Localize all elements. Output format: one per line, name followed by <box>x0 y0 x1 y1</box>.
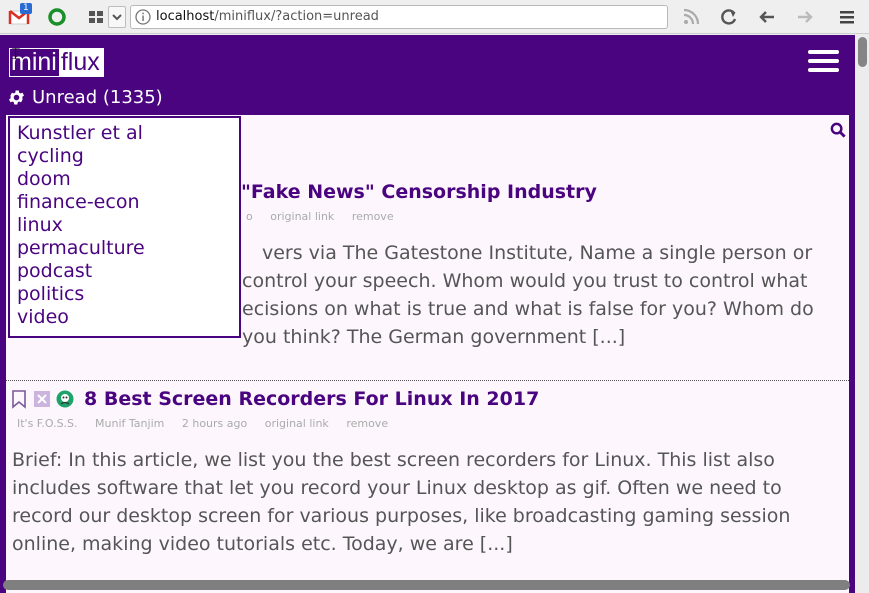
category-item[interactable]: doom <box>17 168 239 191</box>
gear-icon[interactable] <box>7 88 26 107</box>
hamburger-menu-icon[interactable] <box>808 50 839 72</box>
bookmark-icon[interactable] <box>10 389 28 409</box>
article-meta: It's F.O.S.S. Munif Tanjim 2 hours ago o… <box>17 417 402 430</box>
feed-icon <box>56 390 74 408</box>
miniflux-page: mini flux Unread (1335) "Fake News" Censo… <box>0 35 855 593</box>
article-time: 2 hours ago <box>181 417 248 430</box>
category-item[interactable]: video <box>17 306 239 329</box>
vertical-scrollbar[interactable] <box>855 35 869 593</box>
forward-icon[interactable] <box>794 6 816 28</box>
url-text[interactable]: localhost/miniflux/?action=unread <box>156 9 379 24</box>
horizontal-scroll-thumb[interactable] <box>3 580 850 590</box>
category-item[interactable]: Kunstler et al <box>17 122 239 145</box>
unread-count-label[interactable]: Unread (1335) <box>32 87 163 108</box>
article-meta: o original link remove <box>246 210 408 223</box>
remove-link[interactable]: remove <box>346 417 388 430</box>
apps-dropdown-button[interactable] <box>108 6 126 28</box>
vertical-scroll-thumb[interactable] <box>858 37 867 67</box>
back-icon[interactable] <box>756 6 778 28</box>
article-author: Munif Tanjim <box>95 417 165 430</box>
article-time: o <box>246 210 253 223</box>
rss-icon[interactable] <box>680 6 702 28</box>
category-dropdown: Kunstler et al cycling doom finance-econ… <box>8 116 241 338</box>
article-excerpt: Brief: In this article, we list you the … <box>12 449 791 555</box>
original-link[interactable]: original link <box>270 210 334 223</box>
url-path: /miniflux/?action=unread <box>214 9 379 24</box>
article-title[interactable]: "Fake News" Censorship Industry <box>241 181 597 203</box>
category-item[interactable]: linux <box>17 214 239 237</box>
category-item[interactable]: finance-econ <box>17 191 239 214</box>
mark-read-icon[interactable] <box>33 390 51 408</box>
miniflux-logo[interactable]: mini flux <box>9 48 104 77</box>
remove-link[interactable]: remove <box>352 210 394 223</box>
apps-grid-icon[interactable] <box>86 6 108 28</box>
browser-toolbar: 1 localhost/miniflux/?action=unread <box>0 0 869 34</box>
chevron-down-icon <box>112 14 122 21</box>
article-title[interactable]: 8 Best Screen Recorders For Linux In 201… <box>84 388 539 410</box>
unread-header[interactable]: Unread (1335) <box>7 87 163 108</box>
article-feed[interactable]: It's F.O.S.S. <box>17 417 78 430</box>
browser-menu-icon[interactable] <box>836 6 858 28</box>
info-icon[interactable] <box>135 9 151 25</box>
text-cursor-icon: ⌶ <box>11 44 21 63</box>
category-item[interactable]: podcast <box>17 260 239 283</box>
original-link[interactable]: original link <box>265 417 329 430</box>
category-item[interactable]: politics <box>17 283 239 306</box>
category-item[interactable]: cycling <box>17 145 239 168</box>
address-bar[interactable]: localhost/miniflux/?action=unread <box>130 5 668 29</box>
reload-icon[interactable] <box>718 6 740 28</box>
gmail-unread-badge: 1 <box>20 3 32 14</box>
article-actions <box>10 389 74 409</box>
list-item: 8 Best Screen Recorders For Linux In 201… <box>6 381 849 593</box>
ring-icon[interactable] <box>46 6 68 28</box>
url-host: localhost <box>156 9 215 24</box>
category-item[interactable]: permaculture <box>17 237 239 260</box>
logo-text-flux: flux <box>58 49 103 76</box>
